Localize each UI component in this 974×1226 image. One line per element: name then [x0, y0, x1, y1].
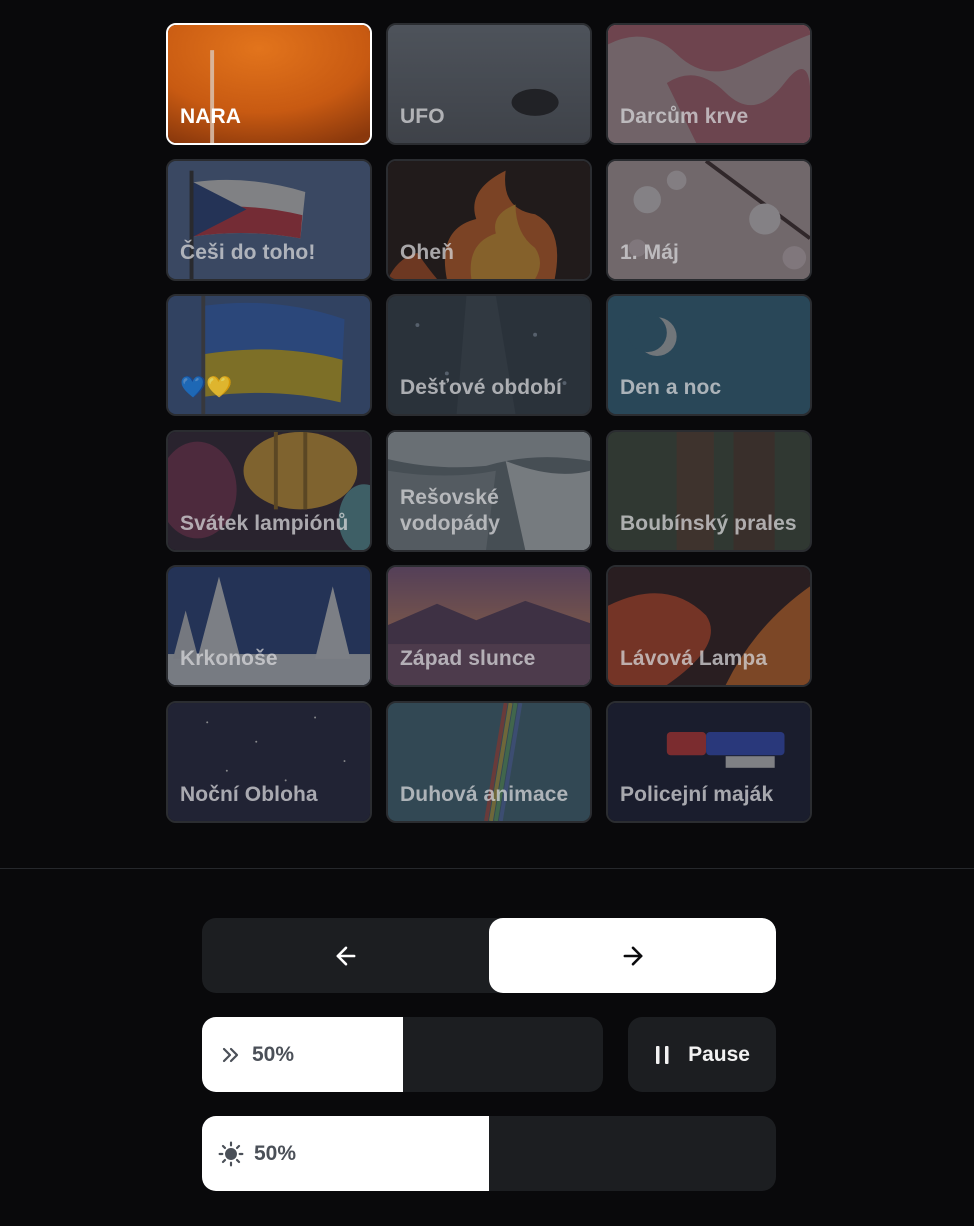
- scene-label: UFO: [400, 105, 445, 128]
- scene-tile-nara[interactable]: NARA: [166, 23, 372, 145]
- scene-label: Svátek lampiónů: [180, 511, 349, 535]
- scene-navigation: [202, 918, 776, 993]
- scene-label: NARA: [180, 105, 242, 128]
- scene-label: Boubínský prales: [620, 511, 797, 535]
- brightness-slider[interactable]: 50%: [202, 1116, 776, 1191]
- scene-tile-duhova-animace[interactable]: Duhová animace: [386, 700, 592, 823]
- arrow-left-icon: [336, 946, 355, 965]
- scene-label: Darcům krve: [620, 105, 749, 128]
- divider: [0, 868, 974, 869]
- sun-icon: [218, 1141, 244, 1166]
- scene-label: 💙💛: [180, 376, 233, 399]
- scene-label: Rešovské vodopády: [400, 485, 500, 535]
- pause-label: Pause: [688, 1042, 750, 1066]
- scene-tile-ukraine[interactable]: 💙💛: [166, 294, 372, 416]
- scene-tile-boubinsky-prales[interactable]: Boubínský prales: [606, 429, 812, 552]
- next-scene-button[interactable]: [489, 918, 776, 993]
- scene-grid: NARA UFO Darcům krve Češi do toho! Oheň …: [166, 23, 812, 823]
- chevrons-right-icon: [222, 1047, 239, 1062]
- brightness-value: 50%: [254, 1141, 297, 1165]
- scene-tile-den-a-noc[interactable]: Den a noc: [606, 294, 812, 416]
- scene-tile-krkonose[interactable]: Krkonoše: [166, 565, 372, 687]
- scene-tile-zapad-slunce[interactable]: Západ slunce: [386, 565, 592, 687]
- scene-label: Krkonoše: [180, 647, 278, 670]
- speed-value: 50%: [252, 1042, 295, 1066]
- scene-tile-darcum-krve[interactable]: Darcům krve: [606, 23, 812, 145]
- scene-label: Noční Obloha: [180, 782, 318, 806]
- scene-label: Den a noc: [620, 376, 722, 399]
- scene-label: Policejní maják: [620, 782, 774, 806]
- scene-tile-policejni-majak[interactable]: Policejní maják: [606, 700, 812, 823]
- scene-tile-lavova-lampa[interactable]: Lávová Lampa: [606, 565, 812, 687]
- scene-tile-cesi-do-toho[interactable]: Češi do toho!: [166, 158, 372, 281]
- scene-tile-nocni-obloha[interactable]: Noční Obloha: [166, 700, 372, 823]
- scene-label: 1. Máj: [620, 240, 679, 264]
- scene-tile-ufo[interactable]: UFO: [386, 23, 592, 145]
- arrow-right-icon: [623, 946, 642, 965]
- pause-button[interactable]: Pause: [628, 1017, 776, 1092]
- scene-label: Duhová animace: [400, 782, 569, 806]
- pause-icon: [656, 1045, 669, 1064]
- scene-tile-destove-obdobi[interactable]: Dešťové období: [386, 294, 592, 416]
- scene-label: Oheň: [400, 240, 455, 264]
- scene-label: Dešťové období: [400, 376, 562, 399]
- scene-tile-ohen[interactable]: Oheň: [386, 158, 592, 281]
- scene-label: Lávová Lampa: [620, 647, 768, 670]
- scene-tile-1-maj[interactable]: 1. Máj: [606, 158, 812, 281]
- scene-tile-svatek-lampionu[interactable]: Svátek lampiónů: [166, 429, 372, 552]
- scene-label: Západ slunce: [400, 647, 536, 670]
- scene-label: Češi do toho!: [180, 240, 316, 264]
- previous-scene-button[interactable]: [202, 918, 489, 993]
- speed-slider[interactable]: 50%: [202, 1017, 603, 1092]
- scene-tile-resovske-vodopady[interactable]: Rešovské vodopády: [386, 429, 592, 552]
